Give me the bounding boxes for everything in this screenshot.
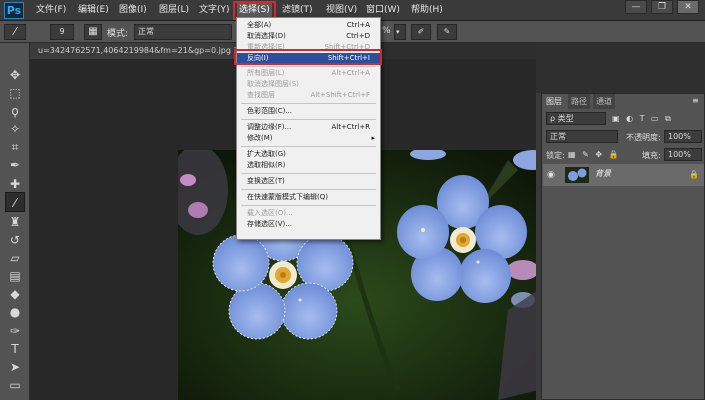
eraser-tool-icon[interactable]: ▱: [5, 248, 25, 268]
menu-item-similar[interactable]: 选取相似(R): [237, 160, 380, 171]
fill-label: 填充:: [642, 151, 661, 160]
close-window-button[interactable]: ✕: [677, 0, 699, 14]
menu-window[interactable]: 窗口(W): [366, 3, 400, 18]
flow-value: %: [382, 26, 391, 36]
healing-tool-icon[interactable]: ✚: [5, 174, 25, 194]
submenu-arrow-icon: ▸: [371, 134, 375, 142]
gradient-tool-icon[interactable]: ▤: [5, 266, 25, 286]
airbrush-icon[interactable]: ✐: [411, 24, 431, 40]
restore-button[interactable]: ❐: [651, 0, 673, 14]
layer-name[interactable]: 背景: [595, 168, 611, 179]
menu-item-load-selection[interactable]: 载入选区(O)...: [237, 208, 380, 219]
lasso-tool-icon[interactable]: ϙ: [5, 101, 25, 121]
text-tool-icon[interactable]: T: [5, 339, 25, 359]
layers-panel: 图层 路径 通道 ≡ ρ 类型 ▣ ◐ T ▭ ⧉ 正常 不透明度: 100% …: [541, 93, 705, 400]
menu-item-deselect-layers[interactable]: 取消选择图层(S): [237, 79, 380, 90]
layer-lock-icon: 🔒: [689, 170, 699, 179]
menu-separator: [241, 119, 376, 120]
menu-separator: [241, 66, 376, 67]
opacity-input[interactable]: 100%: [664, 130, 702, 143]
minimize-button[interactable]: —: [625, 0, 647, 14]
menu-separator: [241, 173, 376, 174]
menu-layer[interactable]: 图层(L): [159, 3, 189, 18]
menu-filter[interactable]: 滤镜(T): [282, 3, 313, 18]
photoshop-logo: Ps: [4, 2, 24, 19]
menu-item-quick-mask[interactable]: 在快速蒙版模式下编辑(Q): [237, 192, 380, 203]
eyedropper-tool-icon[interactable]: ✒: [5, 155, 25, 175]
dodge-tool-icon[interactable]: ●: [5, 302, 25, 322]
menu-item-deselect[interactable]: 取消选择(D) Ctrl+D: [237, 31, 380, 42]
fill-input[interactable]: 100%: [664, 148, 702, 161]
mode-select[interactable]: 正常: [134, 24, 232, 40]
menu-item-all-layers[interactable]: 所有图层(L) Alt+Ctrl+A: [237, 68, 380, 79]
menu-separator: [241, 103, 376, 104]
inverse-annotation-box: [234, 49, 382, 65]
stamp-tool-icon[interactable]: ♜: [5, 212, 25, 232]
layer-thumbnail: [565, 167, 589, 183]
opacity-label: 不透明度:: [626, 133, 661, 142]
pressure-icon[interactable]: ✎: [437, 24, 457, 40]
menu-type[interactable]: 文字(Y): [199, 3, 230, 18]
menu-separator: [241, 189, 376, 190]
layer-row[interactable]: ◉ 背景 🔒: [543, 164, 704, 186]
tab-paths[interactable]: 路径: [568, 94, 590, 109]
menu-item-find-layers[interactable]: 查找图层 Alt+Shift+Ctrl+F: [237, 90, 380, 101]
brush-panel-icon[interactable]: ▦: [84, 24, 102, 40]
tab-channels[interactable]: 通道: [593, 94, 615, 109]
layer-filter-select[interactable]: ρ 类型: [546, 112, 606, 125]
filter-icons[interactable]: ▣ ◐ T ▭ ⧉: [612, 114, 673, 124]
menu-item-save-selection[interactable]: 存储选区(V)...: [237, 219, 380, 230]
panel-menu-icon[interactable]: ≡: [692, 96, 699, 105]
lock-icons[interactable]: ▦ ✎ ✥ 🔒: [568, 150, 621, 159]
brush-tool-icon[interactable]: ⁄: [5, 192, 25, 212]
menu-item-modify[interactable]: 修改(M) ▸: [237, 133, 380, 144]
mode-label: 模式:: [107, 29, 129, 39]
document-tab[interactable]: u=3424762571,4064219984&fm=21&gp=0.jpg 或: [30, 43, 250, 59]
lock-label: 锁定:: [546, 151, 565, 160]
quick-select-tool-icon[interactable]: ✧: [5, 119, 25, 139]
flow-dropdown-icon[interactable]: ▾: [394, 24, 406, 40]
brush-size-picker[interactable]: 9: [50, 24, 74, 40]
brush-preset-icon[interactable]: ⁄: [4, 24, 26, 40]
menu-separator: [241, 205, 376, 206]
blend-mode-select[interactable]: 正常: [546, 130, 618, 143]
marquee-tool-icon[interactable]: ⬚: [5, 83, 25, 103]
history-brush-tool-icon[interactable]: ↺: [5, 230, 25, 250]
blur-tool-icon[interactable]: ◆: [5, 284, 25, 304]
move-tool-icon[interactable]: ✥: [5, 65, 25, 85]
menu-separator: [241, 146, 376, 147]
menu-edit[interactable]: 编辑(E): [78, 3, 109, 18]
menu-help[interactable]: 帮助(H): [411, 3, 443, 18]
path-select-tool-icon[interactable]: ➤: [5, 357, 25, 377]
crop-tool-icon[interactable]: ⌗: [5, 137, 25, 157]
menu-item-refine-edge[interactable]: 调整边缘(F)... Alt+Ctrl+R: [237, 122, 380, 133]
menu-view[interactable]: 视图(V): [326, 3, 357, 18]
panel-dock-strip: [536, 43, 705, 93]
menu-item-select-all[interactable]: 全部(A) Ctrl+A: [237, 20, 380, 31]
menu-item-grow[interactable]: 扩大选取(G): [237, 149, 380, 160]
menu-item-transform-selection[interactable]: 变换选区(T): [237, 176, 380, 187]
tools-panel: ✥ ⬚ ϙ ✧ ⌗ ✒ ✚ ⁄ ♜ ↺ ▱ ▤ ◆ ● ✑ T ➤ ▭: [0, 43, 30, 400]
menu-item-color-range[interactable]: 色彩范围(C)...: [237, 106, 380, 117]
visibility-eye-icon[interactable]: ◉: [547, 170, 555, 180]
menu-file[interactable]: 文件(F): [36, 3, 66, 18]
shape-tool-icon[interactable]: ▭: [5, 375, 25, 395]
tab-layers[interactable]: 图层: [543, 94, 565, 109]
pen-tool-icon[interactable]: ✑: [5, 321, 25, 341]
menu-image[interactable]: 图像(I): [119, 3, 147, 18]
